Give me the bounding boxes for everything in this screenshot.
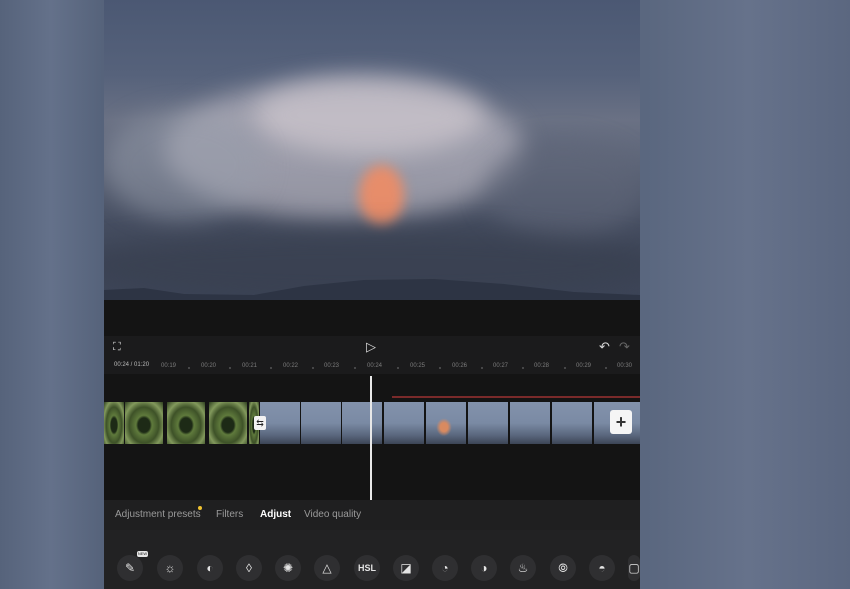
clip-thumbnail[interactable]	[125, 402, 163, 444]
ruler-dot	[229, 367, 231, 369]
new-badge: NEW	[137, 551, 148, 557]
add-clip-button[interactable]: +	[610, 410, 632, 434]
timeline-track[interactable]: ⇆ +	[104, 374, 640, 500]
hsl-icon[interactable]: HSL	[354, 555, 380, 581]
fade-icon[interactable]: ◓	[589, 555, 615, 581]
clip-thumbnail[interactable]	[426, 402, 466, 444]
clip-thumbnail[interactable]	[167, 402, 205, 444]
ruler-tick: 00:27	[493, 363, 509, 369]
video-preview[interactable]	[104, 0, 640, 300]
clip-thumbnail[interactable]	[104, 402, 124, 444]
play-icon[interactable]: ▷	[366, 340, 376, 354]
ruler-dot	[397, 367, 399, 369]
ruler-dot	[564, 367, 566, 369]
ruler-tick: 00:28	[534, 363, 550, 369]
tab-video-quality[interactable]: Video quality	[304, 509, 361, 520]
mountain-silhouette	[104, 279, 640, 300]
ruler-dot	[522, 367, 524, 369]
vignette-icon[interactable]: ▢	[628, 555, 640, 581]
preview-letterbox	[104, 300, 640, 336]
magic-wand-icon[interactable]: ✎	[117, 555, 143, 581]
exposure-icon[interactable]: ✺	[275, 555, 301, 581]
transition-button[interactable]: ⇆	[254, 416, 266, 430]
hue-icon[interactable]: ⦾	[550, 555, 576, 581]
fullscreen-icon[interactable]: ⛶	[113, 340, 121, 354]
ruler-tick: 00:25	[410, 363, 426, 369]
ruler-dot	[270, 367, 272, 369]
undo-icon[interactable]: ↶	[599, 340, 610, 354]
ruler-dot	[481, 367, 483, 369]
ruler-tick: 00:22	[283, 363, 299, 369]
tab-filters[interactable]: Filters	[216, 509, 243, 520]
ruler-dot	[605, 367, 607, 369]
adjust-tabs: Adjustment presets Filters Adjust Video …	[104, 500, 640, 530]
saturation-drop-icon[interactable]: ◊	[236, 555, 262, 581]
new-indicator-dot	[198, 506, 202, 510]
ruler-dot	[188, 367, 190, 369]
tab-adjust[interactable]: Adjust	[260, 509, 291, 520]
ruler-tick: 00:30	[617, 363, 633, 369]
ruler-tick: 00:20	[201, 363, 217, 369]
timecode: 00:24 / 01:20	[114, 362, 150, 368]
clip-thumbnail[interactable]	[301, 402, 341, 444]
clip-thumbnail[interactable]	[260, 402, 300, 444]
clip-thumbnail[interactable]	[342, 402, 382, 444]
shadows-icon[interactable]: ◑	[471, 555, 497, 581]
playhead[interactable]	[370, 376, 372, 500]
clip-thumbnail[interactable]	[510, 402, 550, 444]
ruler-dot	[354, 367, 356, 369]
clip-thumbnail[interactable]	[468, 402, 508, 444]
clip-thumbnail[interactable]	[384, 402, 424, 444]
ruler-tick: 00:29	[576, 363, 592, 369]
redo-icon[interactable]: ↷	[619, 340, 630, 354]
clip-thumbnail[interactable]	[552, 402, 592, 444]
brightness-icon[interactable]: ☼	[157, 555, 183, 581]
clip-thumbnail[interactable]	[209, 402, 247, 444]
ruler-dot	[439, 367, 441, 369]
curves-icon[interactable]: ◪	[393, 555, 419, 581]
ruler-dot	[312, 367, 314, 369]
ruler-tick: 00:19	[161, 363, 177, 369]
ruler-tick: 00:26	[452, 363, 468, 369]
temperature-icon[interactable]: ♨	[510, 555, 536, 581]
ruler-tick: 00:24	[367, 363, 383, 369]
playback-controls: ⛶ ▷ ↶ ↷	[104, 336, 640, 358]
sharpen-triangle-icon[interactable]: △	[314, 555, 340, 581]
tab-adjustment-presets[interactable]: Adjustment presets	[115, 509, 201, 520]
video-editor: ⛶ ▷ ↶ ↷ 00:24 / 01:20 00:19 00:20 00:21 …	[104, 0, 640, 589]
ruler-tick: 00:21	[242, 363, 258, 369]
adjust-tool-row: ✎ NEW ☼ ◐ ◊ ✺ △ HSL ◪ ◔ ◑ ♨ ⦾ ◓ ▢	[104, 530, 640, 589]
audio-marker-line	[392, 396, 640, 398]
contrast-icon[interactable]: ◐	[197, 555, 223, 581]
time-ruler[interactable]: 00:24 / 01:20 00:19 00:20 00:21 00:22 00…	[104, 360, 640, 374]
highlights-icon[interactable]: ◔	[432, 555, 458, 581]
ruler-tick: 00:23	[324, 363, 340, 369]
